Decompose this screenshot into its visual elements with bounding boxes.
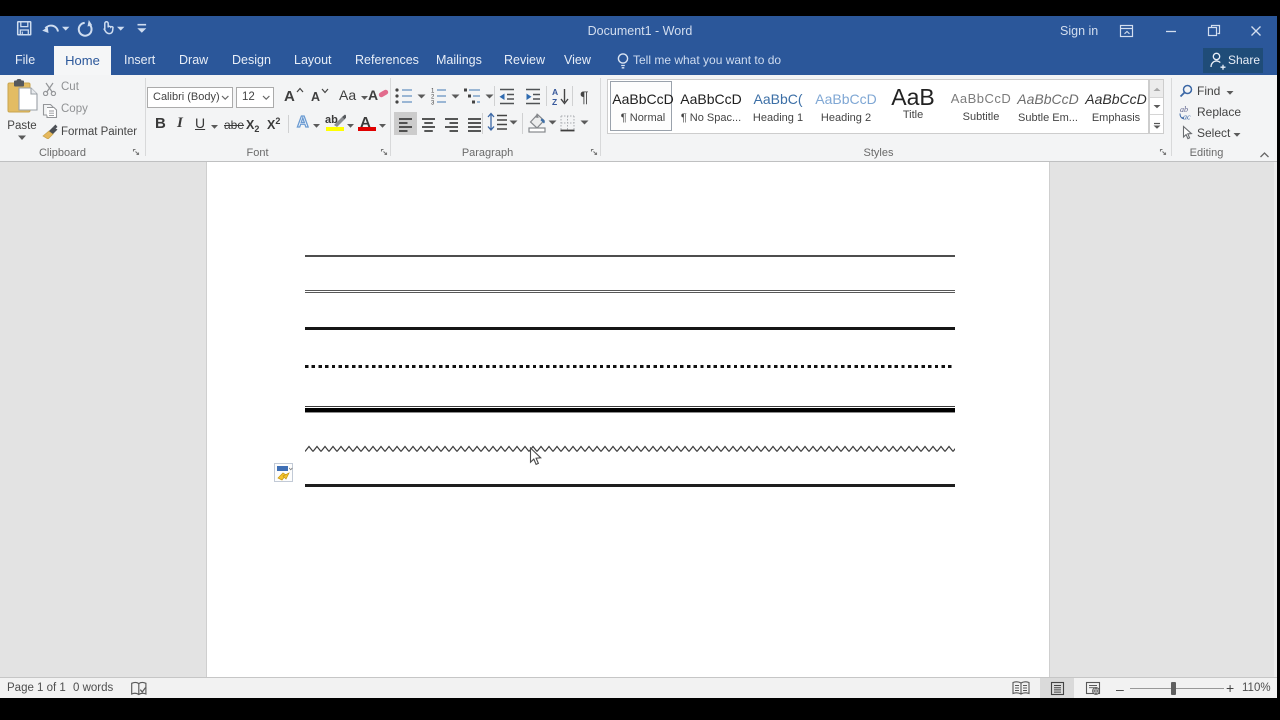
svg-text:¶: ¶ [580,90,589,107]
svg-text:ac: ac [1183,113,1191,121]
svg-text:A: A [552,87,558,97]
svg-text:Z: Z [552,97,557,106]
svg-text:3: 3 [431,101,435,107]
